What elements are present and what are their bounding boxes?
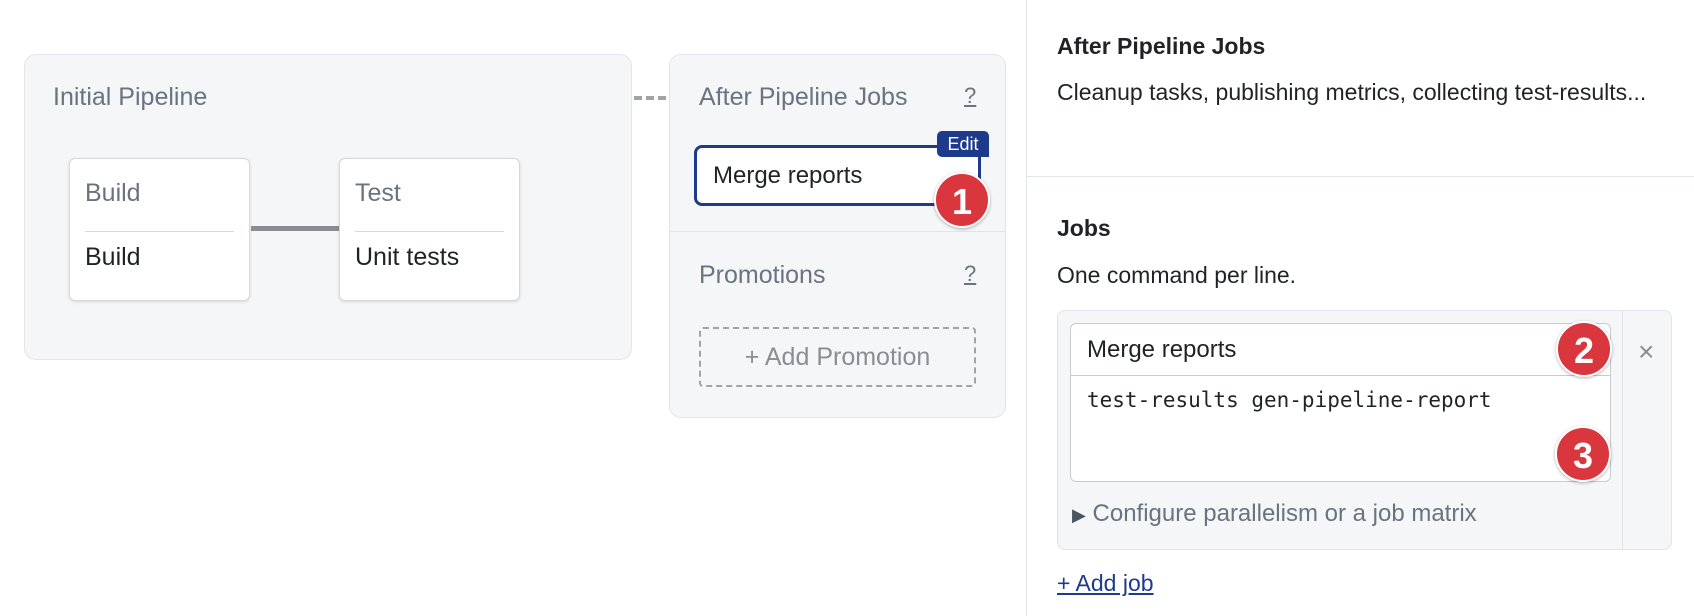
dependency-line [251,226,339,231]
block-card-build[interactable]: Build Build [69,158,250,301]
panel-description: Cleanup tasks, publishing metrics, colle… [1057,79,1647,105]
promotions-title: Promotions [699,261,826,289]
dashed-connector [634,96,666,100]
after-pipeline-title: After Pipeline Jobs [699,83,908,111]
annotation-badge-1: 1 [934,172,990,228]
divider [85,231,234,232]
after-pipeline-help-icon[interactable]: ? [964,83,976,109]
divider [355,231,504,232]
divider [1622,311,1623,549]
configure-parallelism-toggle[interactable]: ▶ Configure parallelism or a job matrix [1072,500,1477,528]
pipeline-title: Initial Pipeline [53,83,208,111]
job-name-input[interactable]: Merge reports [1070,323,1611,376]
block-name: Test [355,179,401,207]
annotation-badge-3: 3 [1555,426,1611,482]
divider [1027,176,1694,177]
block-job: Unit tests [355,243,460,271]
divider [670,231,1005,232]
edit-badge[interactable]: Edit [937,131,989,157]
add-promotion-button[interactable]: + Add Promotion [699,327,976,387]
jobs-heading: Jobs [1057,215,1111,241]
annotation-badge-2: 2 [1556,321,1612,377]
close-icon[interactable]: × [1638,336,1654,368]
triangle-right-icon: ▶ [1072,505,1086,525]
block-name: Build [85,179,141,207]
workflow-canvas: Initial Pipeline Build Build Test Unit t… [0,0,1026,616]
add-job-link[interactable]: + Add job [1057,570,1154,597]
panel-title: After Pipeline Jobs [1057,33,1266,59]
promotions-help-icon[interactable]: ? [964,261,976,287]
configure-label: Configure parallelism or a job matrix [1092,500,1477,527]
job-commands-textarea[interactable]: test-results gen-pipeline-report [1070,375,1611,482]
jobs-hint: One command per line. [1057,262,1297,288]
block-job: Build [85,243,141,271]
block-card-test[interactable]: Test Unit tests [339,158,520,301]
